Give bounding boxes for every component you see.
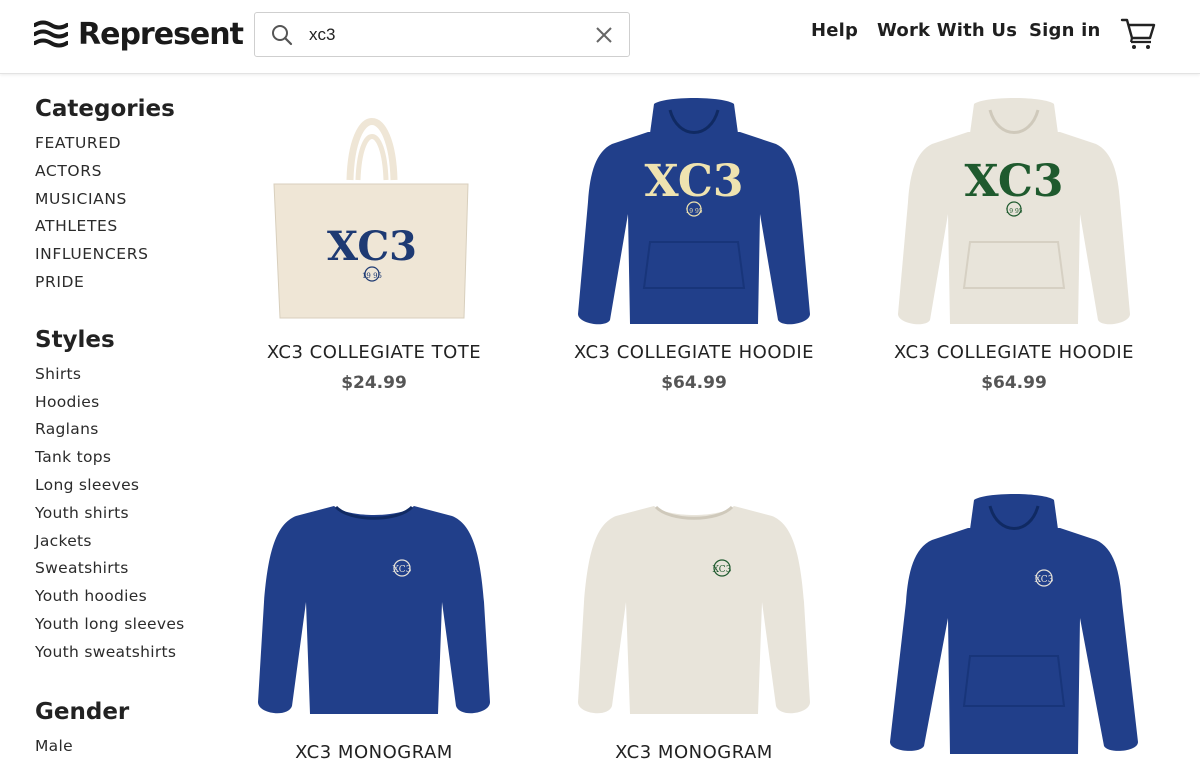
product-image[interactable]: XC3 19 95 [224, 92, 524, 342]
nav-work-with-us-link[interactable]: Work With Us [877, 20, 1017, 41]
print-text: XC3 [327, 223, 417, 270]
svg-text:19 95: 19 95 [1005, 208, 1022, 215]
category-item-athletes[interactable]: ATHLETES [35, 215, 225, 243]
svg-text:19 95: 19 95 [685, 208, 702, 215]
style-item-sweatshirts[interactable]: Sweatshirts [35, 557, 225, 585]
style-item-youth-shirts[interactable]: Youth shirts [35, 502, 225, 530]
category-item-pride[interactable]: PRIDE [35, 271, 225, 299]
product-name[interactable]: XC3 MONOGRAM [544, 742, 844, 763]
product-card[interactable]: XC3 XC3 MONOGRAM [224, 492, 524, 763]
search-input[interactable] [309, 19, 579, 50]
gender-item-male[interactable]: Male [35, 735, 225, 763]
category-item-featured[interactable]: FEATURED [35, 132, 225, 160]
close-icon[interactable] [595, 26, 613, 44]
style-item-hoodies[interactable]: Hoodies [35, 391, 225, 419]
styles-list: Shirts Hoodies Raglans Tank tops Long sl… [35, 363, 225, 669]
site-header: Represent Help Work With Us Sign in [0, 0, 1200, 74]
style-item-youth-long-sleeves[interactable]: Youth long sleeves [35, 613, 225, 641]
nav-sign-in-link[interactable]: Sign in [1029, 20, 1100, 41]
product-name[interactable]: XC3 COLLEGIATE TOTE [224, 342, 524, 363]
search-bar [254, 12, 630, 57]
product-image[interactable]: XC3 19 95 [864, 92, 1164, 342]
print-text: XC3 [393, 565, 412, 575]
style-item-tank-tops[interactable]: Tank tops [35, 446, 225, 474]
style-item-jackets[interactable]: Jackets [35, 530, 225, 558]
filter-sidebar: Categories FEATURED ACTORS MUSICIANS ATH… [35, 96, 225, 762]
search-icon[interactable] [271, 24, 293, 46]
product-image[interactable]: XC3 19 95 [544, 92, 844, 342]
product-image[interactable]: XC3 [544, 492, 844, 742]
category-item-influencers[interactable]: INFLUENCERS [35, 243, 225, 271]
product-card[interactable]: XC3 19 95 XC3 COLLEGIATE HOODIE $64.99 [864, 92, 1164, 393]
print-text: XC3 [713, 565, 732, 575]
product-card[interactable]: XC3 19 95 XC3 COLLEGIATE TOTE $24.99 [224, 92, 524, 393]
style-item-youth-sweatshirts[interactable]: Youth sweatshirts [35, 641, 225, 669]
style-item-youth-hoodies[interactable]: Youth hoodies [35, 585, 225, 613]
product-price: $64.99 [981, 373, 1047, 393]
print-text: XC3 [965, 156, 1064, 207]
product-image[interactable]: XC3 [224, 492, 524, 742]
nav-help-link[interactable]: Help [811, 20, 858, 41]
logo-waves-icon [34, 20, 68, 48]
product-price: $24.99 [341, 373, 407, 393]
product-name[interactable]: XC3 MONOGRAM [224, 742, 524, 763]
category-item-actors[interactable]: ACTORS [35, 160, 225, 188]
category-item-musicians[interactable]: MUSICIANS [35, 188, 225, 216]
style-item-long-sleeves[interactable]: Long sleeves [35, 474, 225, 502]
styles-heading: Styles [35, 326, 115, 353]
gender-list: Male [35, 735, 225, 763]
print-text: XC3 [1035, 575, 1054, 585]
product-price: $64.99 [661, 373, 727, 393]
categories-list: FEATURED ACTORS MUSICIANS ATHLETES INFLU… [35, 132, 225, 299]
gender-heading: Gender [35, 698, 130, 725]
style-item-raglans[interactable]: Raglans [35, 418, 225, 446]
product-name[interactable]: XC3 COLLEGIATE HOODIE [544, 342, 844, 363]
categories-heading: Categories [35, 96, 175, 122]
product-card[interactable]: XC3 XC3 MONOGRAM [544, 492, 844, 763]
product-card[interactable]: XC3 [864, 492, 1164, 762]
print-text: XC3 [645, 156, 744, 207]
brand-logo[interactable]: Represent [34, 16, 244, 52]
cart-icon[interactable] [1120, 16, 1156, 50]
product-image[interactable]: XC3 [864, 492, 1164, 762]
style-item-shirts[interactable]: Shirts [35, 363, 225, 391]
product-card[interactable]: XC3 19 95 XC3 COLLEGIATE HOODIE $64.99 [544, 92, 844, 393]
brand-name: Represent [78, 16, 244, 52]
product-name[interactable]: XC3 COLLEGIATE HOODIE [864, 342, 1164, 363]
